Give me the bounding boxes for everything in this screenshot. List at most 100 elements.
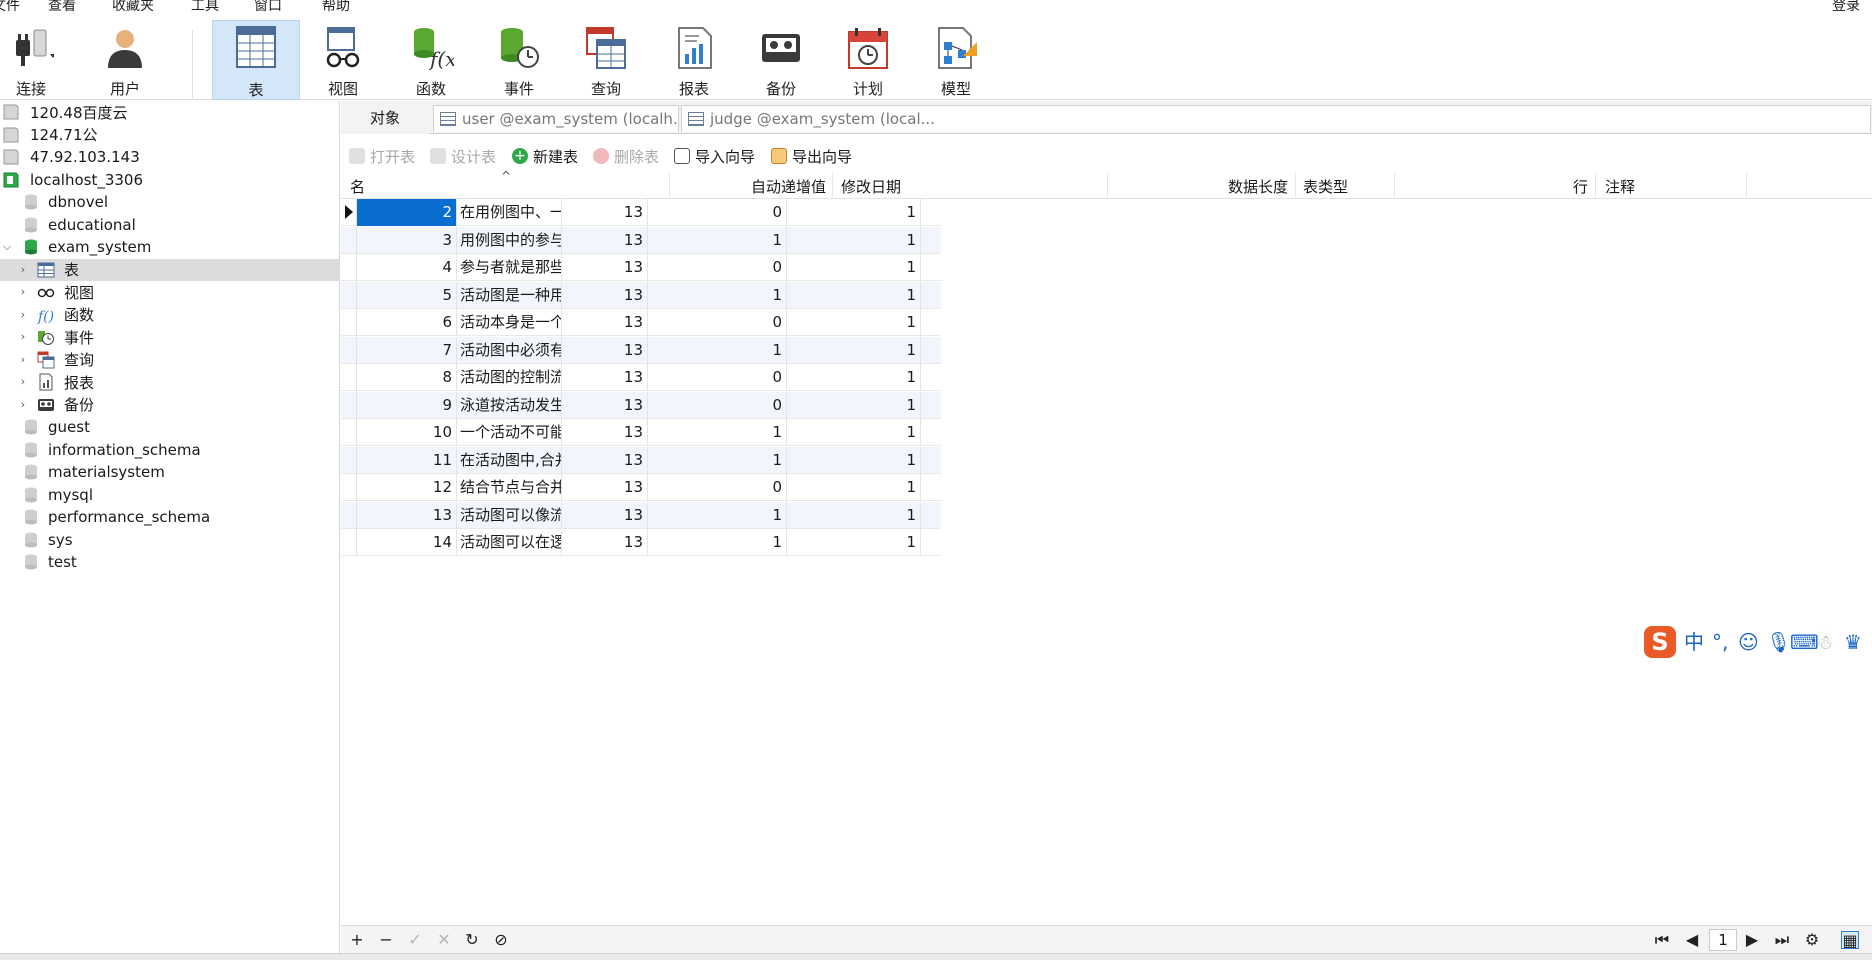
cell-flag[interactable]: 0 (648, 199, 787, 226)
cell-flag[interactable]: 0 (648, 391, 787, 419)
table-row[interactable]: 6活动本身是一个原1301 (341, 309, 941, 336)
cell-value[interactable]: 1 (787, 226, 921, 254)
cell-number[interactable]: 13 (562, 336, 648, 364)
function-button[interactable]: f(x) 函数 (394, 22, 468, 98)
cell-text[interactable]: 活动图的控制流与 (457, 364, 562, 391)
row-indicator[interactable] (343, 309, 357, 336)
tab-objects[interactable]: 对象 (341, 101, 429, 134)
table-row[interactable]: 10一个活动不可能属1311 (341, 419, 941, 446)
table-grid[interactable]: 名 ^ 自动递增值 修改日期 数据长度 表类型 行 注释 2在用例图中、一个13… (341, 169, 1872, 925)
tree-connection[interactable]: 47.92.103.143 (0, 146, 340, 168)
chevron-right-icon[interactable]: › (17, 353, 29, 367)
page-number-field[interactable]: 1 (1709, 929, 1737, 951)
cell-text[interactable]: 参与者就是那些为 (457, 254, 562, 281)
row-indicator[interactable] (343, 474, 357, 501)
tree-item-events[interactable]: › 事件 (0, 326, 340, 348)
export-wizard-button[interactable]: 导出向导 (771, 145, 852, 167)
row-indicator[interactable] (343, 501, 357, 529)
gear-icon[interactable]: ⚙ (1803, 931, 1821, 949)
chevron-right-icon[interactable]: › (17, 285, 29, 299)
ime-toolbar[interactable]: S 中 °, ☺ 🎙 ⌨ ☃ ♛ (1640, 624, 1872, 660)
cell-id[interactable]: 13 (357, 501, 457, 529)
table-row[interactable]: 4参与者就是那些为1301 (341, 254, 941, 281)
cell-value[interactable]: 1 (787, 199, 921, 226)
prev-page-icon[interactable]: ◀ (1683, 931, 1701, 949)
table-row[interactable]: 13活动图可以像流程1311 (341, 501, 941, 529)
chevron-right-icon[interactable]: › (17, 330, 29, 344)
cell-flag[interactable]: 0 (648, 364, 787, 391)
row-indicator[interactable] (343, 254, 357, 281)
report-button[interactable]: 报表 (657, 22, 731, 98)
cell-id[interactable]: 2 (357, 199, 457, 226)
table-row[interactable]: 8活动图的控制流与1301 (341, 364, 941, 391)
tree-database[interactable]: dbnovel (0, 191, 340, 213)
table-row[interactable]: 5活动图是一种用于1311 (341, 281, 941, 309)
cell-text[interactable]: 活动图中必须有且 (457, 336, 562, 364)
tree-item-queries[interactable]: › 查询 (0, 349, 340, 371)
import-wizard-button[interactable]: 导入向导 (674, 145, 755, 167)
emoji-icon[interactable]: ☺ (1738, 630, 1759, 654)
design-table-button[interactable]: 设计表 (430, 145, 496, 167)
table-row[interactable]: 9泳道按活动发生的1301 (341, 391, 941, 419)
column-header-table-type[interactable]: 表类型 (1303, 176, 1348, 197)
menu-view[interactable]: 查看 (48, 0, 76, 14)
column-header-modified-date[interactable]: 修改日期 (841, 176, 901, 197)
cell-text[interactable]: 活动图可以像流程 (457, 501, 562, 529)
cell-text[interactable]: 一个活动不可能属 (457, 419, 562, 446)
tree-database[interactable]: guest (0, 416, 340, 438)
cell-value[interactable]: 1 (787, 309, 921, 336)
keyboard-icon[interactable]: ⌨ (1790, 630, 1819, 654)
cell-value[interactable]: 1 (787, 391, 921, 419)
cell-id[interactable]: 7 (357, 336, 457, 364)
cell-flag[interactable]: 1 (648, 281, 787, 309)
connect-button[interactable]: 连接 (0, 22, 68, 98)
user-button[interactable]: 用户 (88, 22, 162, 98)
chevron-down-icon[interactable]: ⌵ (1, 240, 13, 254)
skin-icon[interactable]: ♛ (1844, 630, 1862, 654)
row-indicator[interactable] (343, 364, 357, 391)
open-table-button[interactable]: 打开表 (349, 145, 415, 167)
cell-flag[interactable]: 1 (648, 419, 787, 446)
event-button[interactable]: 事件 (482, 22, 556, 98)
cell-id[interactable]: 8 (357, 364, 457, 391)
query-button[interactable]: 查询 (569, 22, 643, 98)
cell-text[interactable]: 在用例图中、一个 (457, 199, 562, 226)
cell-flag[interactable]: 0 (648, 254, 787, 281)
row-indicator[interactable] (343, 446, 357, 474)
tree-connection[interactable]: 120.48百度云 (0, 101, 340, 123)
cancel-button[interactable]: ✕ (435, 931, 453, 949)
tab-user-table[interactable]: user @exam_system (localh... (433, 105, 679, 132)
cell-value[interactable]: 1 (787, 364, 921, 391)
tree-database[interactable]: test (0, 551, 340, 573)
cell-flag[interactable]: 1 (648, 501, 787, 529)
cell-id[interactable]: 14 (357, 529, 457, 556)
cell-number[interactable]: 13 (562, 501, 648, 529)
tab-judge-table[interactable]: judge @exam_system (local... (681, 105, 1871, 132)
connection-tree[interactable]: 120.48百度云 124.71公 47.92.103.143 localhos… (0, 101, 340, 953)
table-row[interactable]: 3用例图中的参与者1311 (341, 226, 941, 254)
column-header-rows[interactable]: 行 (1573, 176, 1588, 197)
column-header-name[interactable]: 名 (350, 176, 365, 197)
tree-database-active[interactable]: ⌵ exam_system (0, 236, 340, 258)
cell-id[interactable]: 4 (357, 254, 457, 281)
ime-lang-toggle[interactable]: 中 (1684, 630, 1704, 654)
tree-database[interactable]: mysql (0, 484, 340, 506)
cell-text[interactable]: 结合节点与合并节 (457, 474, 562, 501)
row-indicator[interactable] (343, 529, 357, 556)
tree-item-tables[interactable]: › 表 (0, 258, 340, 281)
model-button[interactable]: 模型 (919, 22, 993, 98)
cell-flag[interactable]: 0 (648, 309, 787, 336)
cell-number[interactable]: 13 (562, 391, 648, 419)
login-link[interactable]: 登录 (1832, 0, 1860, 14)
tree-database[interactable]: information_schema (0, 439, 340, 461)
cell-value[interactable]: 1 (787, 281, 921, 309)
tree-database[interactable]: performance_schema (0, 506, 340, 528)
cell-value[interactable]: 1 (787, 254, 921, 281)
cell-value[interactable]: 1 (787, 501, 921, 529)
table-button[interactable]: 表 (212, 20, 300, 100)
delete-record-button[interactable]: − (377, 931, 395, 949)
tree-item-reports[interactable]: › 报表 (0, 371, 340, 393)
cell-id[interactable]: 11 (357, 446, 457, 474)
cell-id[interactable]: 10 (357, 419, 457, 446)
tree-connection-active[interactable]: localhost_3306 (0, 169, 340, 191)
